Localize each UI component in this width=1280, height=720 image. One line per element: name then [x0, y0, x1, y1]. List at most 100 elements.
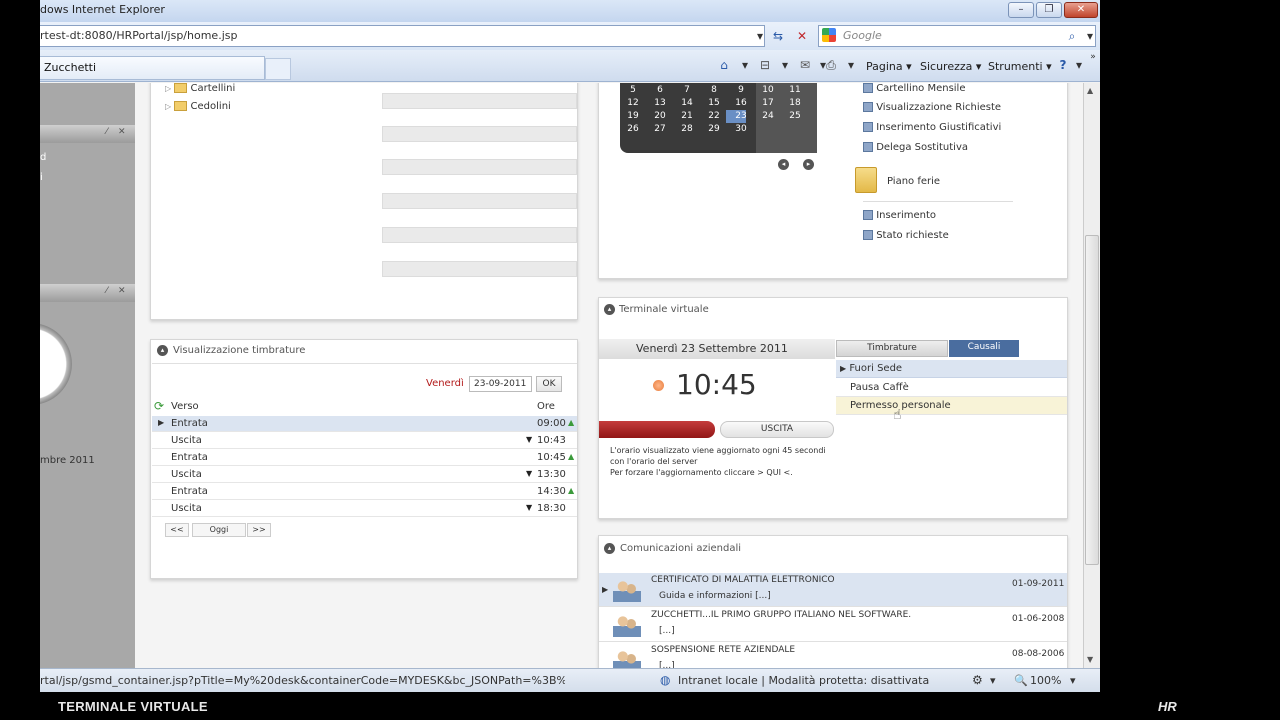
calendar-day[interactable]: 5: [623, 85, 643, 95]
table-row[interactable]: Uscita ▼ 13:30: [152, 467, 577, 483]
today-button[interactable]: Oggi: [192, 523, 246, 537]
protected-mode-icon[interactable]: ⚙: [972, 673, 983, 687]
search-options-icon[interactable]: ▾: [1080, 27, 1100, 45]
maximize-button[interactable]: ❐: [1036, 2, 1062, 18]
expand-icon[interactable]: ▷: [165, 102, 171, 111]
tab-zucchetti[interactable]: Zucchetti: [40, 56, 265, 80]
menu-item-stato-richieste[interactable]: Stato richieste: [863, 230, 949, 241]
calendar-day[interactable]: 19: [623, 111, 643, 121]
zone-dropdown-icon[interactable]: ▾: [990, 674, 996, 687]
chevron-more-icon[interactable]: »: [1084, 52, 1100, 68]
menu-item-cartellino[interactable]: Cartellino Mensile: [863, 83, 966, 94]
date-input[interactable]: 23-09-2011: [469, 376, 532, 392]
table-row[interactable]: Entrata ▲ 10:45: [152, 450, 577, 466]
list-item[interactable]: ▶ CERTIFICATO DI MALATTIA ELETTRONICO Guid…: [599, 573, 1067, 607]
menu-item-delega[interactable]: Delega Sostitutiva: [863, 142, 968, 153]
home-dropdown-icon[interactable]: ▾: [736, 58, 754, 74]
ok-button[interactable]: OK: [536, 376, 562, 392]
minimize-button[interactable]: –: [1008, 2, 1034, 18]
scrollbar-thumb[interactable]: [1085, 235, 1099, 565]
page-scrollbar[interactable]: ▲ ▼: [1083, 83, 1100, 668]
entrata-button[interactable]: [599, 421, 715, 438]
stop-icon[interactable]: ✕: [792, 27, 812, 45]
calendar-day[interactable]: 27: [650, 124, 670, 134]
calendar-day[interactable]: 13: [650, 98, 670, 108]
zoom-level[interactable]: 100%: [1030, 674, 1061, 687]
collapse-panel-icon[interactable]: ▴: [157, 345, 168, 356]
calendar-day[interactable]: 23: [731, 111, 751, 121]
new-tab-button[interactable]: [265, 58, 291, 80]
refresh-icon[interactable]: ⇆: [768, 27, 788, 45]
document-row[interactable]: [382, 159, 577, 175]
table-row[interactable]: Uscita ▼ 18:30: [152, 501, 577, 517]
calendar-day[interactable]: 18: [785, 98, 805, 108]
tab-timbrature[interactable]: Timbrature: [836, 340, 948, 357]
document-row[interactable]: [382, 93, 577, 109]
calendar-day[interactable]: 9: [731, 85, 751, 95]
scroll-down-icon[interactable]: ▼: [1087, 655, 1093, 664]
prev-button[interactable]: <<: [165, 523, 189, 537]
menu-item-inserimento[interactable]: Inserimento: [863, 210, 936, 221]
address-dropdown-icon[interactable]: ▾: [750, 27, 770, 45]
document-row[interactable]: [382, 126, 577, 142]
calendar-day[interactable]: 6: [650, 85, 670, 95]
print-dropdown-icon[interactable]: ▾: [842, 58, 860, 74]
print-icon[interactable]: ⎙: [822, 58, 840, 74]
calendar-day[interactable]: 30: [731, 124, 751, 134]
feeds-dropdown-icon[interactable]: ▾: [776, 58, 794, 74]
calendar-day[interactable]: 11: [785, 85, 805, 95]
strumenti-menu[interactable]: Strumenti ▾: [988, 60, 1052, 73]
calendar-day[interactable]: 16: [731, 98, 751, 108]
calendar-day[interactable]: 25: [785, 111, 805, 121]
scroll-up-icon[interactable]: ▲: [1087, 86, 1093, 95]
piano-ferie-label[interactable]: Piano ferie: [887, 176, 940, 187]
calendar-day[interactable]: 21: [677, 111, 697, 121]
collapse-panel-icon[interactable]: ▴: [604, 543, 615, 554]
calendar-day[interactable]: 12: [623, 98, 643, 108]
calendar-day[interactable]: 26: [623, 124, 643, 134]
calendar-day[interactable]: 22: [704, 111, 724, 121]
document-row[interactable]: [382, 227, 577, 243]
expand-icon[interactable]: ▷: [165, 84, 171, 93]
document-row[interactable]: [382, 261, 577, 277]
search-icon[interactable]: ⌕: [1062, 27, 1082, 45]
calendar-day[interactable]: 8: [704, 85, 724, 95]
tree-item[interactable]: ▷ Cartellini: [165, 83, 235, 94]
pagina-menu[interactable]: Pagina ▾: [866, 60, 912, 73]
close-icon[interactable]: ✕: [118, 286, 126, 296]
list-item[interactable]: ZUCCHETTI...IL PRIMO GRUPPO ITALIANO NEL…: [599, 608, 1067, 642]
collapse-icon[interactable]: ⁄: [106, 286, 108, 296]
document-row[interactable]: [382, 193, 577, 209]
calendar-day[interactable]: 15: [704, 98, 724, 108]
address-input[interactable]: rtest-dt:8080/HRPortal/jsp/home.jsp: [40, 25, 765, 47]
calendar-next-icon[interactable]: ▸: [803, 159, 814, 170]
table-row[interactable]: Uscita ▼ 10:43: [152, 433, 577, 449]
calendar-day[interactable]: 24: [758, 111, 778, 121]
calendar-day[interactable]: 28: [677, 124, 697, 134]
menu-item-giustificativi[interactable]: Inserimento Giustificativi: [863, 122, 1001, 133]
calendar-day[interactable]: 10: [758, 85, 778, 95]
mail-icon[interactable]: ✉: [796, 58, 814, 74]
table-row[interactable]: ▶ Entrata ▲ 09:00: [152, 416, 577, 432]
comunicazione-title[interactable]: CERTIFICATO DI MALATTIA ELETTRONICO: [651, 575, 835, 585]
tree-item[interactable]: ▷ Cedolini: [165, 101, 231, 112]
causale-item[interactable]: Pausa Caffè: [836, 379, 1067, 397]
comunicazione-title[interactable]: SOSPENSIONE RETE AZIENDALE: [651, 645, 795, 655]
collapse-panel-icon[interactable]: ▴: [604, 304, 615, 315]
causale-item[interactable]: Permesso personale: [836, 397, 1067, 415]
calendar-day[interactable]: 7: [677, 85, 697, 95]
feeds-icon[interactable]: ⊟: [756, 58, 774, 74]
table-row[interactable]: Entrata ▲ 14:30: [152, 484, 577, 500]
calendar-prev-icon[interactable]: ◂: [778, 159, 789, 170]
zoom-dropdown-icon[interactable]: ▾: [1070, 674, 1076, 687]
calendar-day[interactable]: 14: [677, 98, 697, 108]
calendar-day[interactable]: 20: [650, 111, 670, 121]
next-button[interactable]: >>: [247, 523, 271, 537]
calendar-day[interactable]: 17: [758, 98, 778, 108]
search-input[interactable]: Google: [818, 25, 1096, 47]
uscita-button[interactable]: USCITA: [720, 421, 834, 438]
collapse-icon[interactable]: ⁄: [106, 127, 108, 137]
menu-item-richieste[interactable]: Visualizzazione Richieste: [863, 102, 1001, 113]
calendar-day[interactable]: 29: [704, 124, 724, 134]
refresh-icon[interactable]: ⟳: [154, 399, 164, 413]
